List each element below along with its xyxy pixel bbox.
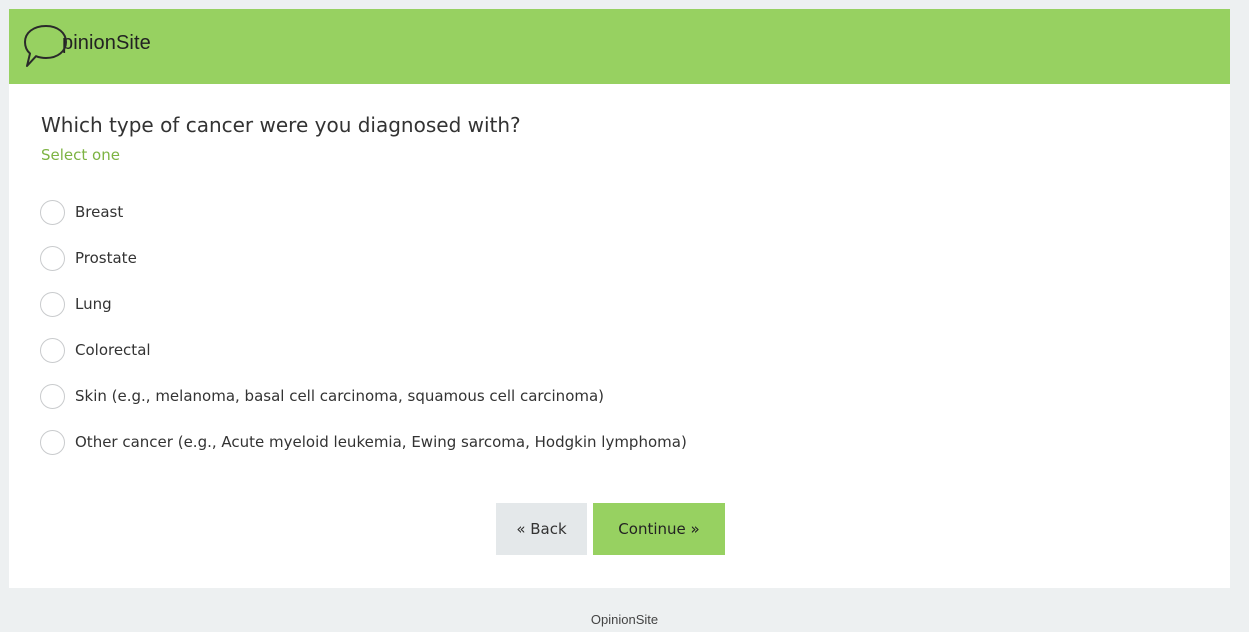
option-breast[interactable]: Breast [40,198,123,226]
radio-button[interactable] [40,429,65,455]
option-other-cancer[interactable]: Other cancer (e.g., Acute myeloid leukem… [40,428,687,456]
option-label: Lung [75,295,112,313]
speech-bubble-icon [23,18,69,74]
radio-button[interactable] [40,337,65,363]
continue-button[interactable]: Continue » [593,503,725,555]
radio-button[interactable] [40,199,65,225]
radio-button[interactable] [40,245,65,271]
option-colorectal[interactable]: Colorectal [40,336,151,364]
survey-card: pinionSite Which type of cancer were you… [9,9,1230,588]
top-edge [0,0,1249,9]
option-label: Skin (e.g., melanoma, basal cell carcino… [75,387,605,405]
option-label: Colorectal [75,341,151,359]
option-label: Prostate [75,249,137,267]
footer-text: OpinionSite [590,612,659,627]
radio-button[interactable] [40,383,65,409]
radio-button[interactable] [40,291,65,317]
site-logo[interactable]: pinionSite [23,18,151,74]
option-lung[interactable]: Lung [40,290,112,318]
site-header: pinionSite [9,9,1230,84]
survey-page: pinionSite Which type of cancer were you… [0,0,1249,632]
question-hint: Select one [41,146,120,164]
back-button[interactable]: « Back [496,503,587,555]
logo-text: pinionSite [62,31,151,54]
option-label: Other cancer (e.g., Acute myeloid leukem… [75,433,687,451]
question-title: Which type of cancer were you diagnosed … [41,113,521,137]
option-label: Breast [75,203,124,221]
option-skin[interactable]: Skin (e.g., melanoma, basal cell carcino… [40,382,604,410]
option-prostate[interactable]: Prostate [40,244,137,272]
